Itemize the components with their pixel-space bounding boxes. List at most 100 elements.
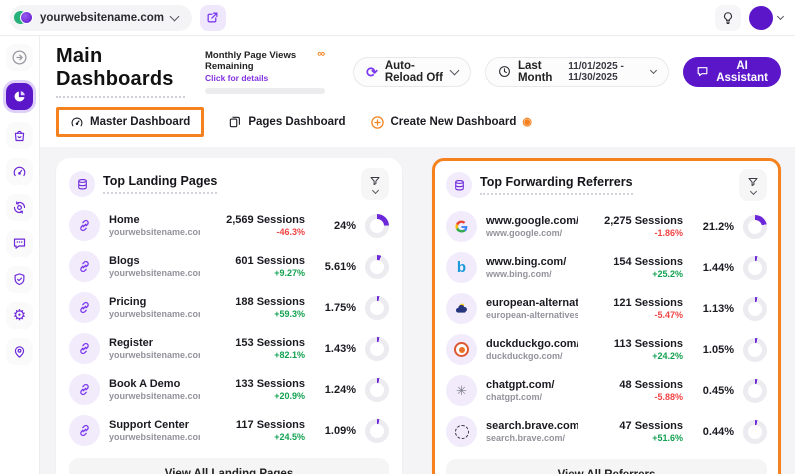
donut-chart [743, 379, 767, 403]
filter-button[interactable] [739, 169, 767, 201]
table-row[interactable]: european-alternatives.eu/ european-alter… [446, 288, 767, 329]
tab-create-new-dashboard[interactable]: Create New Dashboard ◉ [370, 115, 533, 130]
row-change: +82.1% [209, 350, 305, 360]
chat-feedback-icon [12, 236, 27, 251]
infinity-icon: ∞ [317, 50, 325, 59]
row-url: duckduckgo.com/ [486, 351, 578, 361]
link-icon [69, 374, 100, 405]
external-link-button[interactable] [200, 5, 226, 31]
tab-pages-dashboard[interactable]: Pages Dashboard [228, 115, 345, 129]
row-name: european-alternatives.eu/ [486, 297, 578, 309]
quota-widget[interactable]: Monthly Page Views Remaining ∞ Click for… [205, 50, 325, 94]
funnel-icon [369, 175, 381, 187]
filter-button[interactable] [361, 168, 389, 200]
donut-chart [743, 420, 767, 444]
table-row[interactable]: Book A Demo yourwebsitename.com/demo 133… [69, 369, 389, 410]
tab-label: Master Dashboard [90, 116, 190, 128]
row-change: +25.2% [587, 269, 683, 279]
chevron-down-icon [777, 12, 784, 19]
table-row[interactable]: Pricing yourwebsitename.com/pricing 188 … [69, 287, 389, 328]
row-percent: 21.2% [692, 221, 734, 233]
sidebar-expand-button[interactable] [6, 44, 33, 71]
site-selector[interactable]: yourwebsitename.com [10, 5, 192, 31]
period-label: Last Month [518, 60, 561, 84]
view-all-referrers-button[interactable]: View All Referrers [446, 459, 767, 474]
chevron-down-icon [650, 66, 657, 73]
table-row[interactable]: ✳ chatgpt.com/ chatgpt.com/ 48 Sessions … [446, 370, 767, 411]
donut-chart [365, 419, 389, 443]
sidebar: ⚙ [0, 36, 40, 474]
row-percent: 1.05% [692, 344, 734, 356]
row-change: +20.9% [209, 391, 305, 401]
row-url: yourwebsitename.com/support [109, 432, 200, 442]
table-row[interactable]: duckduckgo.com/ duckduckgo.com/ 113 Sess… [446, 329, 767, 370]
tab-master-dashboard[interactable]: Master Dashboard [56, 107, 204, 137]
row-url: yourwebsitename.com/pricing [109, 309, 200, 319]
gauge-icon [12, 164, 27, 179]
sidebar-item-settings[interactable]: ⚙ [6, 302, 33, 329]
row-url: search.brave.com/ [486, 433, 578, 443]
row-name: Support Center [109, 419, 200, 431]
sidebar-item-dashboards[interactable] [6, 83, 33, 110]
quota-details-link[interactable]: Click for details [205, 73, 325, 83]
google-icon [446, 211, 477, 242]
sidebar-item-locations[interactable] [6, 338, 33, 365]
chevron-down-icon [371, 187, 378, 194]
row-name: duckduckgo.com/ [486, 338, 578, 350]
database-icon [446, 172, 472, 198]
row-url: yourwebsitename.com/blogs [109, 268, 200, 278]
chevron-down-icon [450, 65, 460, 75]
settings-gear-icon: ⚙ [13, 308, 26, 323]
table-row[interactable]: Register yourwebsitename.com/register 15… [69, 328, 389, 369]
funnel-icon [747, 176, 759, 188]
row-percent: 1.43% [314, 343, 356, 355]
sidebar-item-inbox[interactable] [6, 122, 33, 149]
chevron-down-icon [170, 11, 180, 21]
lightbulb-icon [721, 11, 735, 25]
tips-button[interactable] [715, 5, 741, 31]
sidebar-item-performance[interactable] [6, 158, 33, 185]
table-row[interactable]: Support Center yourwebsitename.com/suppo… [69, 410, 389, 451]
chevron-down-icon [749, 188, 756, 195]
row-sessions: 133 Sessions [209, 378, 305, 390]
date-range-picker[interactable]: Last Month 11/01/2025 - 11/30/2025 [485, 57, 669, 87]
row-sessions: 601 Sessions [209, 255, 305, 267]
row-change: -5.88% [587, 392, 683, 402]
target-icon: ◉ [522, 117, 532, 128]
duckduckgo-icon [446, 334, 477, 365]
row-url: yourwebsitename.com/demo [109, 391, 200, 401]
row-sessions: 2,275 Sessions [587, 215, 683, 227]
brave-icon [446, 416, 477, 447]
table-row[interactable]: search.brave.com/ search.brave.com/ 47 S… [446, 411, 767, 452]
table-row[interactable]: Home yourwebsitename.com 2,569 Sessions … [69, 205, 389, 246]
sidebar-item-goals[interactable] [6, 194, 33, 221]
row-name: search.brave.com/ [486, 420, 578, 432]
donut-chart [743, 297, 767, 321]
link-icon [69, 251, 100, 282]
table-row[interactable]: Blogs yourwebsitename.com/blogs 601 Sess… [69, 246, 389, 287]
view-all-landing-pages-button[interactable]: View All Landing Pages [69, 458, 389, 474]
card-title: Top Landing Pages [103, 174, 217, 194]
row-percent: 24% [314, 220, 356, 232]
account-menu[interactable] [749, 6, 783, 30]
location-pin-icon [12, 344, 27, 359]
row-list: www.google.com/ www.google.com/ 2,275 Se… [446, 206, 767, 452]
row-change: -5.47% [587, 310, 683, 320]
link-icon [69, 333, 100, 364]
page-header: Main Dashboards Monthly Page Views Remai… [40, 36, 795, 147]
donut-chart [743, 256, 767, 280]
sidebar-item-security[interactable] [6, 266, 33, 293]
table-row[interactable]: b www.bing.com/ www.bing.com/ 154 Sessio… [446, 247, 767, 288]
donut-chart [743, 338, 767, 362]
row-name: chatgpt.com/ [486, 379, 578, 391]
ai-assistant-button[interactable]: AI Assistant [683, 57, 781, 87]
row-change: +59.3% [209, 309, 305, 319]
row-url: european-alternatives.eu/ [486, 310, 578, 320]
top-landing-pages-card: Top Landing Pages Home yourwebsitename.c… [56, 158, 402, 474]
bing-icon: b [446, 252, 477, 283]
sidebar-item-feedback[interactable] [6, 230, 33, 257]
row-sessions: 48 Sessions [587, 379, 683, 391]
row-name: www.google.com/ [486, 215, 578, 227]
auto-reload-dropdown[interactable]: ⟳ Auto-Reload Off [353, 57, 471, 87]
table-row[interactable]: www.google.com/ www.google.com/ 2,275 Se… [446, 206, 767, 247]
